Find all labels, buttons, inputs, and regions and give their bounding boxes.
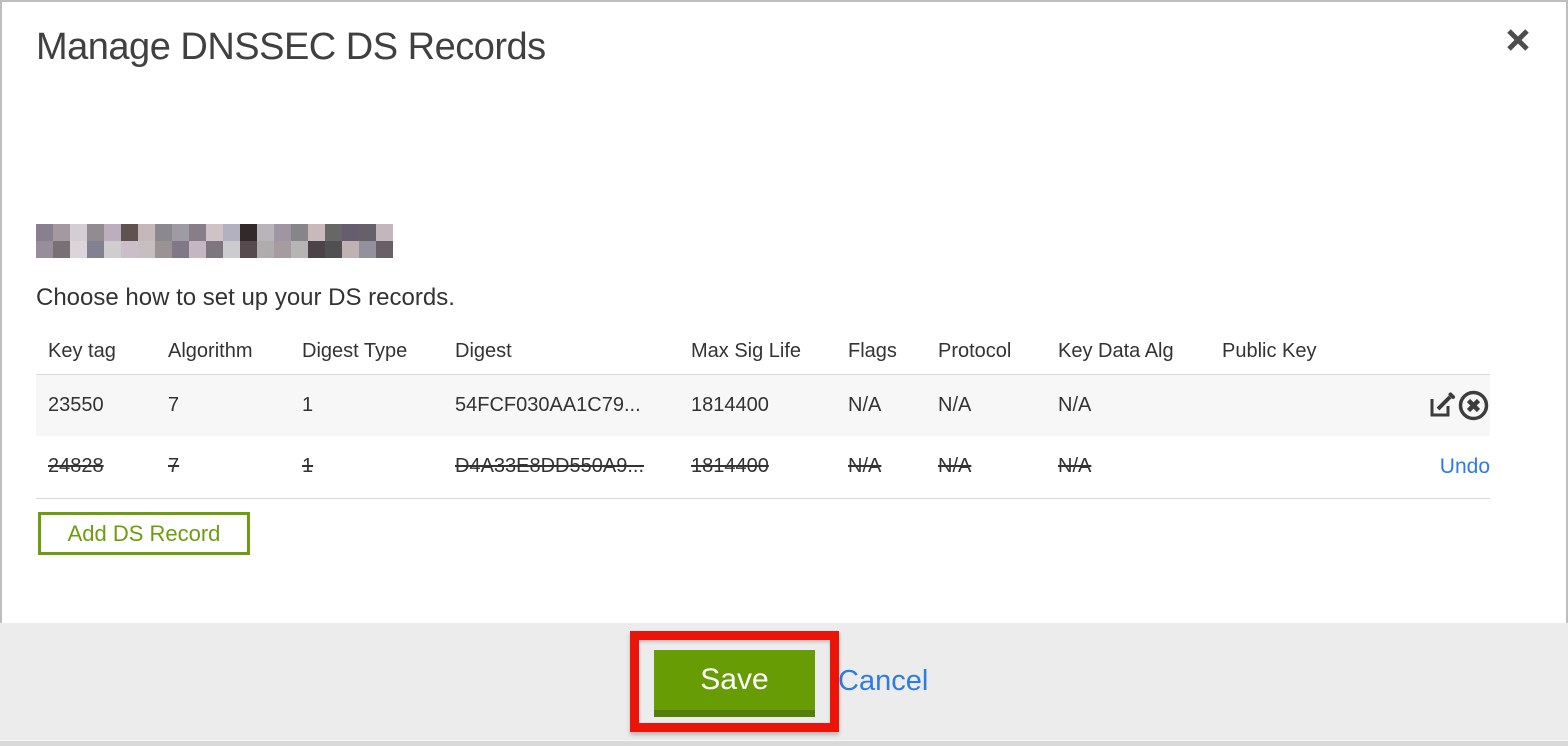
cell-public-key [1210, 436, 1360, 498]
delete-circle-x-icon [1457, 390, 1490, 425]
redacted-pixel [223, 224, 240, 241]
col-header-key-tag: Key tag [48, 340, 116, 363]
redacted-pixel [274, 241, 291, 258]
redacted-pixel [189, 224, 206, 241]
table-row: 23550 7 1 54FCF030AA1C79... 1814400 N/A … [36, 374, 1490, 436]
redacted-pixel [121, 241, 138, 258]
cell-digest-type: 1 [302, 393, 314, 416]
redacted-pixel [325, 224, 342, 241]
redacted-pixel [257, 224, 274, 241]
cell-digest: 54FCF030AA1C79... [455, 393, 641, 416]
cell-flags: N/A [848, 455, 882, 478]
redacted-pixel [172, 224, 189, 241]
redacted-pixel [155, 241, 172, 258]
redacted-pixel [359, 241, 376, 258]
redacted-pixel [121, 224, 138, 241]
redacted-domain [36, 224, 393, 258]
redacted-pixel [70, 241, 87, 258]
redacted-pixel [223, 241, 240, 258]
redacted-pixel [376, 241, 393, 258]
col-header-flags: Flags [848, 340, 897, 363]
col-header-protocol: Protocol [938, 340, 1012, 363]
cell-protocol: N/A [938, 455, 972, 478]
col-header-public-key: Public Key [1222, 340, 1317, 363]
redacted-pixel [36, 224, 53, 241]
table-header-row: Key tag Algorithm Digest Type Digest Max… [36, 330, 1490, 374]
add-ds-record-button[interactable]: Add DS Record [38, 512, 250, 555]
row-actions [1360, 374, 1490, 436]
cell-key-data-alg: N/A [1058, 393, 1092, 416]
redacted-pixel [36, 241, 53, 258]
redacted-pixel [325, 241, 342, 258]
cell-digest: D4A33E8DD550A9... [455, 455, 645, 478]
cell-key-tag: 23550 [48, 393, 104, 416]
redacted-pixel [104, 241, 121, 258]
cell-protocol: N/A [938, 393, 972, 416]
redacted-pixel [308, 241, 325, 258]
cancel-link[interactable]: Cancel [838, 665, 928, 698]
cell-max-sig-life: 1814400 [691, 455, 769, 478]
redacted-pixel [70, 224, 87, 241]
col-header-algorithm: Algorithm [168, 340, 253, 363]
redacted-pixel [206, 241, 223, 258]
redacted-pixel [342, 241, 359, 258]
redacted-pixel [155, 224, 172, 241]
cell-public-key [1210, 374, 1360, 436]
col-header-max-sig-life: Max Sig Life [691, 340, 802, 363]
edit-record-button[interactable] [1426, 390, 1457, 421]
cell-max-sig-life: 1814400 [691, 393, 769, 416]
redacted-pixel [206, 224, 223, 241]
close-icon [1504, 26, 1532, 54]
redacted-pixel [291, 241, 308, 258]
cell-key-data-alg: N/A [1058, 455, 1092, 478]
background-page-edge [0, 740, 1568, 746]
col-header-digest-type: Digest Type [302, 340, 408, 363]
redacted-pixel [291, 224, 308, 241]
cell-algorithm: 7 [168, 393, 180, 416]
redacted-pixel [138, 241, 155, 258]
redacted-pixel [172, 241, 189, 258]
undo-link[interactable]: Undo [1440, 455, 1490, 478]
table-row-deleted: 24828 7 1 D4A33E8DD550A9... 1814400 N/A … [36, 436, 1490, 498]
redacted-pixel [189, 241, 206, 258]
redacted-pixel [53, 241, 70, 258]
redacted-pixel [274, 224, 291, 241]
redacted-pixel [53, 224, 70, 241]
cell-key-tag: 24828 [48, 455, 104, 478]
ds-records-table: Key tag Algorithm Digest Type Digest Max… [36, 330, 1490, 499]
redacted-pixel [359, 224, 376, 241]
redacted-pixel [257, 241, 274, 258]
col-header-key-data-alg: Key Data Alg [1058, 340, 1174, 363]
edit-icon [1426, 392, 1457, 424]
delete-record-button[interactable] [1457, 389, 1490, 422]
redacted-pixel [308, 224, 325, 241]
save-button[interactable]: Save [654, 650, 815, 717]
instructions-text: Choose how to set up your DS records. [36, 284, 455, 311]
col-header-digest: Digest [455, 340, 512, 363]
dnssec-modal: Manage DNSSEC DS Records Choose how to s… [0, 0, 1568, 746]
redacted-pixel [342, 224, 359, 241]
redacted-pixel [138, 224, 155, 241]
close-button[interactable] [1498, 20, 1538, 60]
redacted-pixel [240, 241, 257, 258]
cell-flags: N/A [848, 393, 882, 416]
redacted-pixel [87, 241, 104, 258]
redacted-pixel [87, 224, 104, 241]
redacted-pixel [104, 224, 121, 241]
cell-digest-type: 1 [302, 455, 314, 478]
redacted-pixel [376, 224, 393, 241]
col-header-actions [1360, 330, 1490, 374]
cell-algorithm: 7 [168, 455, 180, 478]
redacted-pixel [240, 224, 257, 241]
row-actions: Undo [1360, 436, 1490, 498]
page-title: Manage DNSSEC DS Records [36, 26, 546, 68]
